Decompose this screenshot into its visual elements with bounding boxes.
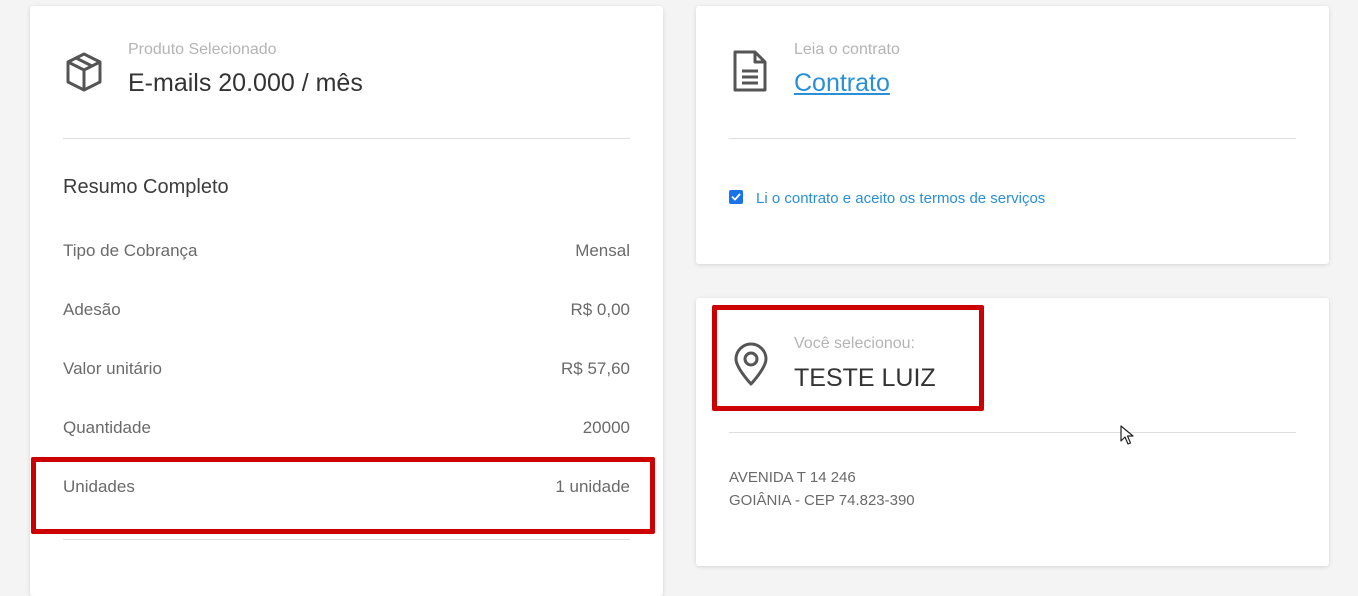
highlight-box-selection (712, 305, 984, 411)
divider (63, 138, 630, 139)
quantity-value: 20000 (582, 418, 630, 437)
package-icon (64, 51, 104, 98)
divider (729, 138, 1296, 139)
contract-card: Leia o contrato Contrato Li o contrato e… (696, 6, 1329, 264)
mouse-cursor-icon (1120, 425, 1134, 450)
document-icon (732, 49, 768, 98)
summary-heading: Resumo Completo (63, 176, 229, 198)
address-line-1: AVENIDA T 14 246 (729, 469, 856, 486)
billing-type-value: Mensal (575, 241, 630, 260)
check-icon (731, 193, 741, 201)
contract-link[interactable]: Contrato (794, 69, 890, 98)
setup-fee-value: R$ 0,00 (570, 300, 630, 319)
product-name: E-mails 20.000 / mês (128, 69, 363, 97)
contract-caption: Leia o contrato (794, 41, 900, 58)
unit-price-value: R$ 57,60 (561, 359, 630, 378)
highlight-box-units (31, 457, 655, 534)
divider (729, 432, 1296, 433)
divider (63, 539, 630, 540)
checkbox-checked[interactable] (729, 190, 743, 204)
product-caption: Produto Selecionado (128, 41, 277, 58)
quantity-label: Quantidade (63, 418, 151, 437)
address-line-2: GOIÂNIA - CEP 74.823-390 (729, 492, 915, 509)
unit-price-label: Valor unitário (63, 359, 162, 378)
setup-fee-label: Adesão (63, 300, 121, 319)
billing-type-label: Tipo de Cobrança (63, 241, 198, 260)
accept-terms-label[interactable]: Li o contrato e aceito os termos de serv… (756, 190, 1045, 207)
